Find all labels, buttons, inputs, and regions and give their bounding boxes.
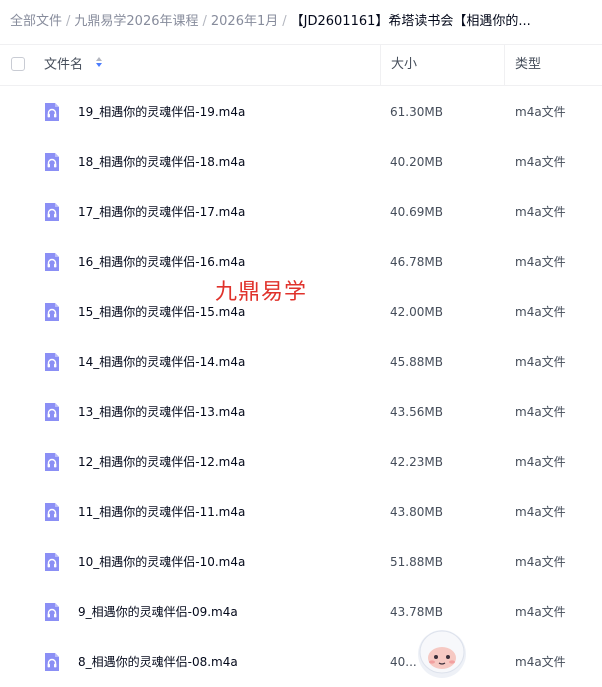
column-header-name[interactable]: 文件名 — [44, 45, 103, 85]
breadcrumb-item-course[interactable]: 九鼎易学2026年课程 — [74, 14, 198, 29]
headphones-file-icon — [42, 152, 62, 172]
file-list-header: 文件名 大小 类型 — [0, 44, 602, 86]
breadcrumb-separator: / — [66, 14, 71, 29]
file-name[interactable]: 12_相遇你的灵魂伴侣-12.m4a — [78, 437, 245, 487]
file-size: 40.20MB — [390, 155, 443, 169]
file-size: 43.56MB — [390, 405, 443, 419]
headphones-file-icon — [42, 102, 62, 122]
headphones-file-icon — [42, 252, 62, 272]
file-size: 51.88MB — [390, 555, 443, 569]
headphones-file-icon — [42, 352, 62, 372]
breadcrumb-item-month[interactable]: 2026年1月 — [211, 14, 278, 29]
file-size: 61.30MB — [390, 105, 443, 119]
breadcrumb-separator: / — [282, 14, 287, 29]
assistant-mascot-icon[interactable] — [410, 620, 474, 680]
file-type: m4a文件 — [515, 555, 566, 569]
file-name[interactable]: 10_相遇你的灵魂伴侣-10.m4a — [78, 537, 245, 587]
file-list: 19_相遇你的灵魂伴侣-19.m4a 61.30MB m4a文件 18_相遇你的灵魂伴… — [0, 86, 602, 687]
column-header-type[interactable]: 类型 — [504, 45, 602, 85]
file-row[interactable]: 12_相遇你的灵魂伴侣-12.m4a 42.23MB m4a文件 — [0, 437, 602, 487]
file-name[interactable]: 14_相遇你的灵魂伴侣-14.m4a — [78, 337, 245, 387]
file-name[interactable]: 19_相遇你的灵魂伴侣-19.m4a — [78, 87, 245, 137]
headphones-file-icon — [42, 302, 62, 322]
file-row[interactable]: 13_相遇你的灵魂伴侣-13.m4a 43.56MB m4a文件 — [0, 387, 602, 437]
file-type: m4a文件 — [515, 605, 566, 619]
file-row[interactable]: 17_相遇你的灵魂伴侣-17.m4a 40.69MB m4a文件 — [0, 187, 602, 237]
column-header-name-label: 文件名 — [44, 57, 84, 73]
file-type: m4a文件 — [515, 155, 566, 169]
file-size: 40.69MB — [390, 205, 443, 219]
file-row[interactable]: 19_相遇你的灵魂伴侣-19.m4a 61.30MB m4a文件 — [0, 87, 602, 137]
file-name[interactable]: 13_相遇你的灵魂伴侣-13.m4a — [78, 387, 245, 437]
file-row[interactable]: 10_相遇你的灵魂伴侣-10.m4a 51.88MB m4a文件 — [0, 537, 602, 587]
file-size: 45.88MB — [390, 355, 443, 369]
file-type: m4a文件 — [515, 255, 566, 269]
watermark-text: 九鼎易学 — [215, 280, 308, 305]
file-type: m4a文件 — [515, 105, 566, 119]
file-size: 46.78MB — [390, 255, 443, 269]
file-name[interactable]: 17_相遇你的灵魂伴侣-17.m4a — [78, 187, 245, 237]
headphones-file-icon — [42, 652, 62, 672]
file-type: m4a文件 — [515, 505, 566, 519]
sort-arrows-icon[interactable] — [95, 45, 103, 85]
file-name[interactable]: 11_相遇你的灵魂伴侣-11.m4a — [78, 487, 245, 537]
column-header-size[interactable]: 大小 — [380, 45, 504, 85]
file-type: m4a文件 — [515, 405, 566, 419]
headphones-file-icon — [42, 502, 62, 522]
file-type: m4a文件 — [515, 305, 566, 319]
file-name[interactable]: 9_相遇你的灵魂伴侣-09.m4a — [78, 587, 238, 637]
headphones-file-icon — [42, 602, 62, 622]
file-size: 43.80MB — [390, 505, 443, 519]
headphones-file-icon — [42, 402, 62, 422]
headphones-file-icon — [42, 552, 62, 572]
breadcrumb-current: 【JD2601161】希塔读书会【相遇你的... — [290, 14, 531, 29]
headphones-file-icon — [42, 202, 62, 222]
file-row[interactable]: 18_相遇你的灵魂伴侣-18.m4a 40.20MB m4a文件 — [0, 137, 602, 187]
file-size: 42.00MB — [390, 305, 443, 319]
file-type: m4a文件 — [515, 205, 566, 219]
file-type: m4a文件 — [515, 355, 566, 369]
file-size: 42.23MB — [390, 455, 443, 469]
breadcrumb-separator: / — [202, 14, 207, 29]
select-all-checkbox[interactable] — [11, 57, 25, 71]
file-row[interactable]: 11_相遇你的灵魂伴侣-11.m4a 43.80MB m4a文件 — [0, 487, 602, 537]
breadcrumb-item-all-files[interactable]: 全部文件 — [10, 14, 62, 29]
breadcrumb: 全部文件 / 九鼎易学2026年课程/2026年1月 / 【JD2601161】希塔读书… — [0, 0, 602, 44]
file-row[interactable]: 14_相遇你的灵魂伴侣-14.m4a 45.88MB m4a文件 — [0, 337, 602, 387]
file-type: m4a文件 — [515, 455, 566, 469]
headphones-file-icon — [42, 452, 62, 472]
file-row[interactable]: 9_相遇你的灵魂伴侣-09.m4a 43.78MB m4a文件 — [0, 587, 602, 637]
file-name[interactable]: 18_相遇你的灵魂伴侣-18.m4a — [78, 137, 245, 187]
